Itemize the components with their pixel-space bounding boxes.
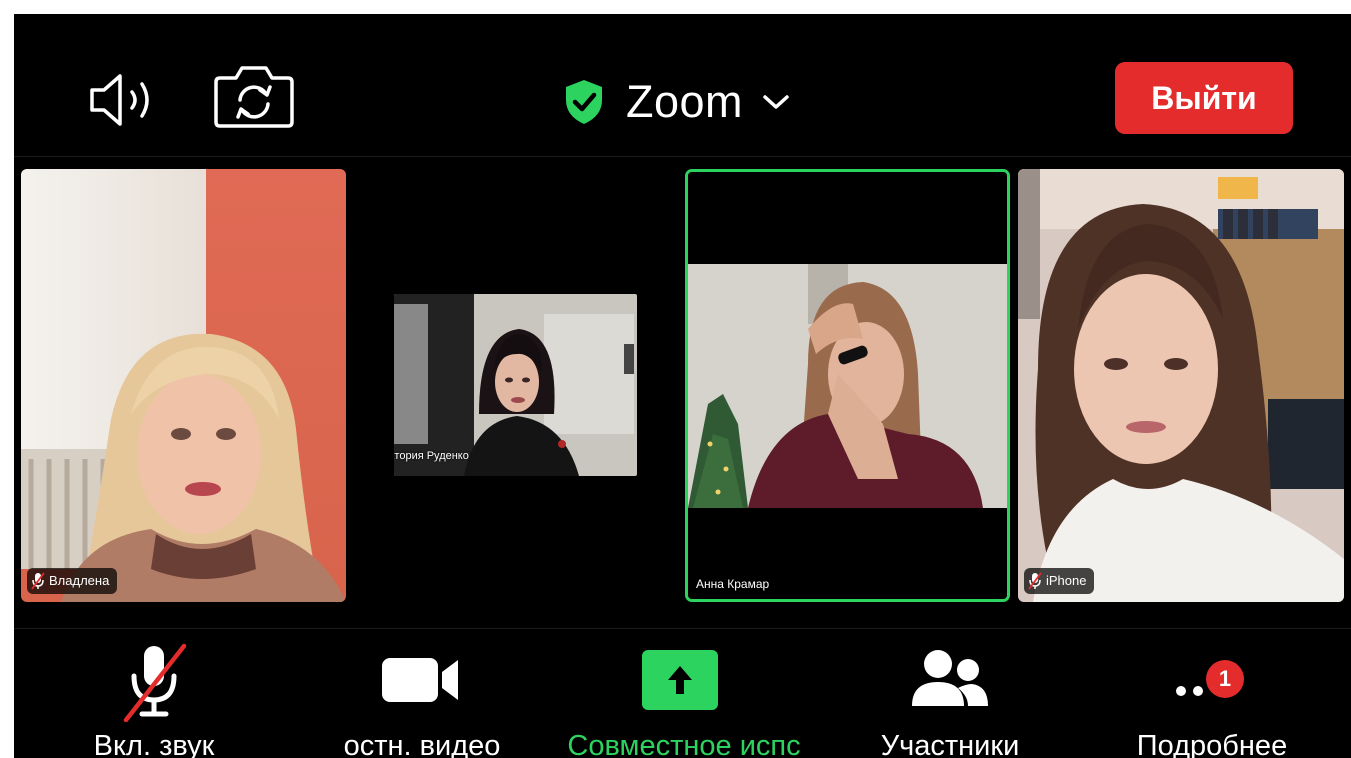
participant-tile-viktoria[interactable]: Виктория Руденко [394, 294, 637, 476]
share-screen-icon [642, 650, 718, 710]
participant-name: Виктория Руденко [394, 450, 469, 462]
participant-video [1018, 169, 1344, 602]
speaker-icon [90, 74, 149, 126]
participant-tile-vladlena[interactable]: Владлена [21, 169, 346, 602]
chevron-down-icon [763, 95, 789, 109]
participant-tile-anna-active[interactable]: Анна Крамар [685, 169, 1010, 602]
divider [14, 628, 1351, 629]
mic-muted-icon [1028, 572, 1042, 590]
screen: Zoom Выйти Владлена тория Руденко Анна К… [0, 0, 1351, 758]
participant-video [394, 294, 637, 476]
share-screen-label: Совместное испс [567, 730, 801, 758]
participants-icon [912, 650, 988, 706]
participants-button[interactable]: Участники [860, 640, 1040, 758]
participant-video [21, 169, 346, 602]
zoom-meeting-window: Zoom Выйти Владлена тория Руденко Анна К… [14, 14, 1351, 758]
more-button[interactable]: 1 Подробнее [1112, 640, 1312, 758]
share-screen-button[interactable]: Совместное испс [544, 640, 824, 758]
participant-tile-iphone[interactable]: iPhone [1018, 169, 1344, 602]
participant-name: Анна Крамар [696, 577, 770, 591]
mic-muted-icon [123, 643, 187, 722]
mic-muted-icon [31, 572, 45, 590]
participant-name-chip: Владлена [27, 568, 118, 594]
meeting-title-dropdown[interactable]: Zoom [562, 74, 791, 130]
unmute-label: Вкл. звук [93, 730, 215, 758]
leave-meeting-button[interactable]: Выйти [1115, 62, 1293, 134]
participant-video [688, 172, 1007, 599]
shield-check-icon [566, 80, 602, 124]
more-label: Подробнее [1136, 730, 1288, 758]
participant-name: iPhone [1046, 573, 1087, 588]
unmute-button[interactable]: Вкл. звук [72, 640, 236, 758]
stop-video-button[interactable]: остн. видео [318, 640, 526, 758]
participant-name: Владлена [49, 573, 110, 588]
notification-badge: 1 [1206, 660, 1244, 698]
more-icon [1176, 686, 1203, 696]
participant-name-chip: iPhone [1024, 568, 1095, 594]
switch-camera-button[interactable] [212, 64, 296, 130]
speaker-button[interactable] [86, 72, 166, 128]
participants-label: Участники [880, 730, 1020, 758]
camera-switch-icon [214, 66, 294, 128]
meeting-title: Zoom [626, 76, 744, 127]
stop-video-label: остн. видео [343, 730, 501, 758]
divider [14, 156, 1351, 157]
top-bar: Zoom Выйти [14, 14, 1351, 157]
video-camera-icon [382, 658, 458, 702]
